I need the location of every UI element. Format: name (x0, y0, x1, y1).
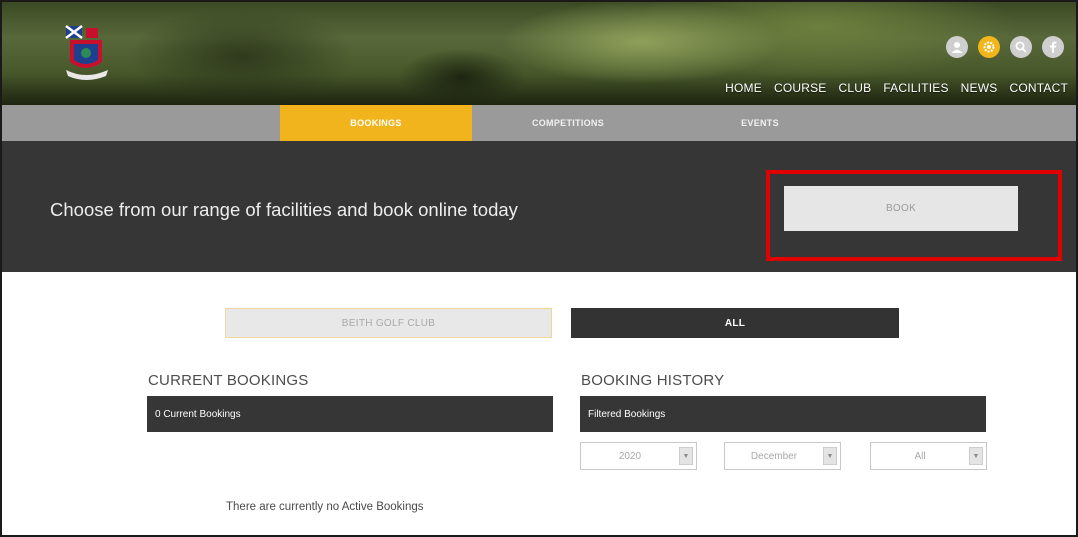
page-frame: HOME COURSE CLUB FACILITIES NEWS CONTACT… (0, 0, 1078, 537)
banner-text: Choose from our range of facilities and … (50, 199, 518, 220)
month-select[interactable]: December ▼ (724, 442, 841, 470)
nav-news[interactable]: NEWS (961, 81, 998, 95)
current-bookings-title: CURRENT BOOKINGS (148, 372, 309, 389)
tab-competitions[interactable]: COMPETITIONS (472, 105, 664, 141)
search-icon[interactable] (1010, 36, 1032, 58)
booking-history-title: BOOKING HISTORY (581, 372, 725, 389)
year-select[interactable]: 2020 ▼ (580, 442, 697, 470)
social-links (946, 36, 1064, 58)
club-filter-button[interactable]: BEITH GOLF CLUB (225, 308, 552, 338)
facebook-icon[interactable] (1042, 36, 1064, 58)
user-icon[interactable] (946, 36, 968, 58)
booking-history-bar: Filtered Bookings (580, 396, 986, 432)
all-filter-button[interactable]: ALL (571, 308, 899, 338)
nav-home[interactable]: HOME (725, 81, 762, 95)
book-button[interactable]: BOOK (784, 186, 1018, 231)
chevron-down-icon[interactable]: ▼ (969, 447, 983, 465)
nav-facilities[interactable]: FACILITIES (883, 81, 948, 95)
nav-course[interactable]: COURSE (774, 81, 827, 95)
nav-contact[interactable]: CONTACT (1009, 81, 1068, 95)
chevron-down-icon[interactable]: ▼ (823, 447, 837, 465)
tab-bookings[interactable]: BOOKINGS (280, 105, 472, 146)
current-bookings-bar: 0 Current Bookings (147, 396, 553, 432)
no-bookings-message: There are currently no Active Bookings (226, 501, 424, 513)
type-select-value: All (914, 450, 926, 462)
type-select[interactable]: All ▼ (870, 442, 987, 470)
club-logo[interactable] (60, 22, 114, 84)
month-select-value: December (750, 450, 798, 462)
year-select-value: 2020 (618, 450, 642, 462)
section-tabs: BOOKINGS COMPETITIONS EVENTS (2, 105, 1076, 146)
nav-club[interactable]: CLUB (839, 81, 872, 95)
tab-events[interactable]: EVENTS (664, 105, 856, 141)
chevron-down-icon[interactable]: ▼ (679, 447, 693, 465)
settings-icon[interactable] (978, 36, 1000, 58)
main-navigation: HOME COURSE CLUB FACILITIES NEWS CONTACT (725, 81, 1068, 95)
